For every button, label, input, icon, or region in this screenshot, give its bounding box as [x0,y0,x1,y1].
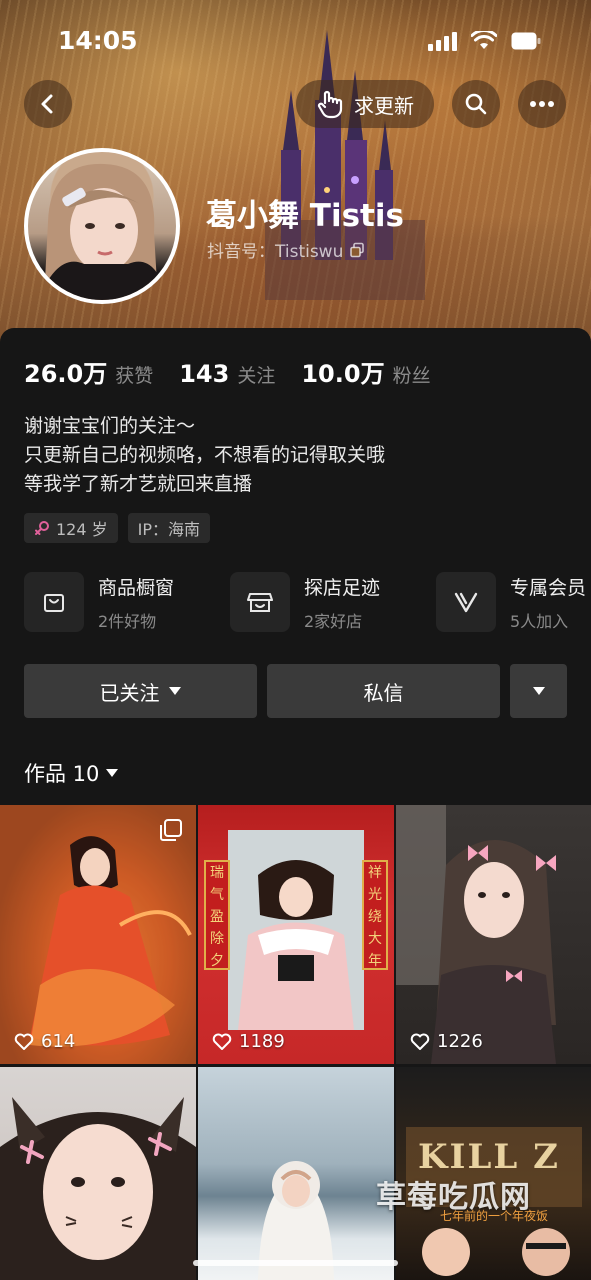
video-thumbnail[interactable] [198,1067,394,1280]
feature-shop-window[interactable]: 商品橱窗 2件好物 [24,572,174,632]
feature-subtitle: 2件好物 [98,611,157,631]
video-artwork [0,805,196,1064]
cellular-signal-icon [428,31,457,51]
douyin-id-text: 抖音号：Tistiswu [207,242,344,262]
feature-row: 商品橱窗 2件好物 探店足迹 2家好店 专属会员 5人加入 [24,572,591,634]
message-button[interactable]: 私信 [267,664,500,718]
video-likes: 1189 [212,1031,285,1052]
feature-title: 探店足迹 [304,576,381,599]
likes-count: 1226 [437,1031,483,1052]
bag-icon [44,594,64,612]
couplet-left: 瑞气盈除夕 [204,860,230,970]
caret-down-icon [106,769,119,777]
video-thumbnail[interactable]: 瑞气盈除夕 祥光绕大年 1189 [198,805,394,1064]
feature-title: 专属会员 [510,576,587,599]
more-dots-icon [530,101,554,107]
age-tag: 124 岁 [24,513,118,543]
stats-row: 26.0万 获赞 143 关注 10.0万 粉丝 [24,354,457,389]
bio-line: 等我学了新才艺就回来直播 [24,473,253,495]
following-button[interactable]: 已关注 [24,664,257,718]
video-thumbnail[interactable]: 1226 [396,805,591,1064]
following-button-label: 已关注 [99,680,160,705]
video-thumbnail[interactable]: 614 [0,805,196,1064]
video-likes: 614 [14,1031,75,1052]
works-tab[interactable]: 作品 10 [24,758,119,788]
video-artwork [0,1097,196,1280]
feature-icon-box [230,572,290,632]
action-row: 已关注 私信 [24,664,567,718]
back-button[interactable] [24,80,72,128]
request-update-button[interactable]: 求更新 [296,80,434,128]
video-artwork [258,1161,334,1280]
likes-count: 26.0万 [24,360,108,388]
multi-image-icon [160,819,182,841]
home-indicator[interactable] [193,1260,398,1266]
ip-text: IP：海南 [137,520,201,539]
chevron-left-icon [41,94,53,114]
douyin-id[interactable]: 抖音号：Tistiswu [207,237,365,262]
feature-subtitle: 2家好店 [304,611,363,631]
ip-tag: IP：海南 [127,513,211,543]
likes-count: 614 [41,1031,76,1052]
followers-label[interactable]: 粉丝 [393,361,431,388]
search-button[interactable] [452,80,500,128]
following-label[interactable]: 关注 [237,361,275,388]
feature-title: 商品橱窗 [98,576,175,599]
caret-down-icon [532,687,545,695]
video-thumbnail[interactable] [0,1067,196,1280]
watermark-text: 草莓吃瓜网 [376,1180,531,1215]
profile-panel: 26.0万 获赞 143 关注 10.0万 粉丝 谢谢宝宝们的关注～ 只更新自己… [0,328,591,1280]
store-icon [247,593,273,612]
copy-icon[interactable] [349,242,365,258]
message-button-label: 私信 [363,680,404,705]
likes-count: 1189 [239,1031,285,1052]
castle-illustration [265,30,425,300]
caret-down-icon [168,687,181,695]
video-artwork [396,805,556,1064]
feature-store-visits[interactable]: 探店足迹 2家好店 [230,572,380,632]
video-likes: 1226 [410,1031,483,1052]
bio: 谢谢宝宝们的关注～ 只更新自己的视频咯，不想看的记得取关哦 等我学了新才艺就回来… [24,412,385,499]
works-tab-label: 作品 10 [24,762,100,786]
couplet-right: 祥光绕大年 [362,860,388,970]
status-time: 14:05 [58,26,138,55]
bio-line: 谢谢宝宝们的关注～ [24,415,196,437]
wifi-icon [471,31,497,49]
status-bar: 14:05 [0,22,591,62]
more-button[interactable] [518,80,566,128]
search-icon [465,93,487,115]
profile-tags: 124 岁 IP：海南 [24,513,211,543]
nickname: 葛小舞 Tistis [206,198,404,234]
heart-icon [410,1033,430,1050]
vip-icon [454,592,478,613]
more-actions-button[interactable] [510,664,567,718]
feature-icon-box [436,572,496,632]
feature-subtitle: 5人加入 [510,611,569,631]
following-count[interactable]: 143 [179,360,229,388]
feature-icon-box [24,572,84,632]
followers-count[interactable]: 10.0万 [301,354,384,389]
request-update-label: 求更新 [354,93,414,118]
battery-icon [511,32,541,50]
heart-icon [14,1033,34,1050]
likes-label: 获赞 [115,365,154,387]
bio-line: 只更新自己的视频咯，不想看的记得取关哦 [24,444,386,466]
pointing-hand-icon [317,90,343,119]
heart-icon [212,1033,232,1050]
feature-vip-members[interactable]: 专属会员 5人加入 [436,572,586,632]
age-text: 124 岁 [56,520,108,539]
status-icons [428,31,541,51]
avatar-portrait [38,163,168,300]
avatar[interactable] [24,148,180,304]
video-overlay-title: KILL Z [418,1137,560,1177]
female-gender-icon [35,521,49,535]
